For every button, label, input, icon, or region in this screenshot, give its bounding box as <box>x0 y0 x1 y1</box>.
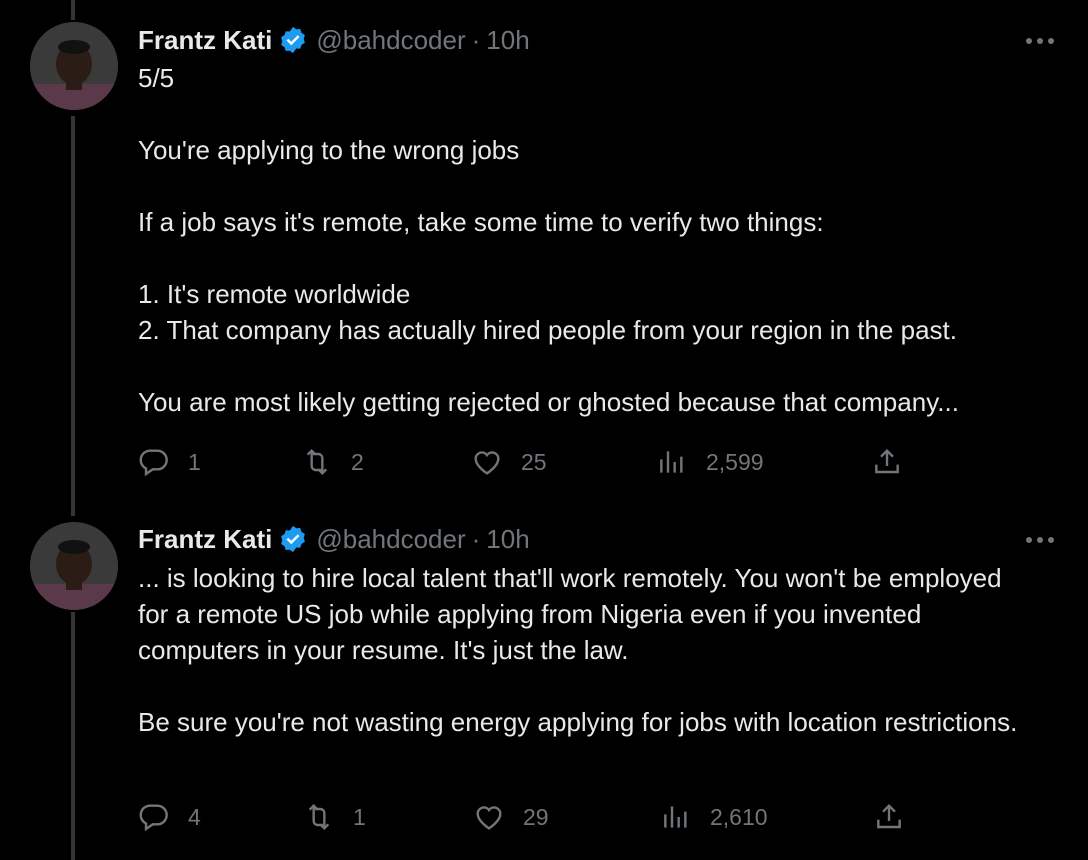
repost-icon <box>306 448 328 476</box>
action-bar: 1 2 25 2,599 <box>138 442 918 482</box>
views-button[interactable]: 2,599 <box>656 446 871 478</box>
reply-icon <box>139 804 168 832</box>
action-bar: 4 1 29 2,610 <box>138 797 918 837</box>
like-button[interactable]: 25 <box>471 446 656 478</box>
like-icon <box>476 806 502 830</box>
like-button[interactable]: 29 <box>473 801 660 833</box>
views-icon <box>664 806 687 828</box>
reply-button[interactable]: 4 <box>138 801 303 833</box>
separator-dot: · <box>471 24 481 55</box>
more-icon[interactable] <box>1022 26 1058 56</box>
reply-count: 4 <box>188 803 201 830</box>
like-icon <box>474 451 500 475</box>
avatar[interactable] <box>30 22 118 110</box>
reply-button[interactable]: 1 <box>138 446 301 478</box>
tweet[interactable]: Frantz Kati @bahdcoder · 10h 5/5 You're … <box>0 0 1088 510</box>
separator-dot: · <box>471 523 481 554</box>
verified-badge-icon <box>278 524 308 554</box>
author-name[interactable]: Frantz Kati <box>138 25 272 56</box>
more-icon[interactable] <box>1022 525 1058 555</box>
tweet[interactable]: Frantz Kati @bahdcoder · 10h ... is look… <box>0 510 1088 860</box>
views-count: 2,599 <box>706 448 764 475</box>
tweet-text: 5/5 You're applying to the wrong jobs If… <box>138 63 959 417</box>
timestamp[interactable]: 10h <box>486 25 529 56</box>
author-name[interactable]: Frantz Kati <box>138 524 272 555</box>
like-count: 29 <box>523 803 549 830</box>
repost-count: 2 <box>351 448 364 475</box>
tweet-header: Frantz Kati @bahdcoder · 10h <box>138 519 530 559</box>
views-button[interactable]: 2,610 <box>660 801 873 833</box>
share-icon <box>877 803 901 829</box>
repost-button[interactable]: 2 <box>301 446 471 478</box>
reply-count: 1 <box>188 448 201 475</box>
reply-icon <box>139 449 168 477</box>
tweet-text: ... is looking to hire local talent that… <box>138 563 1018 737</box>
author-handle[interactable]: @bahdcoder <box>316 25 465 56</box>
tweet-header: Frantz Kati @bahdcoder · 10h <box>138 20 530 60</box>
timestamp[interactable]: 10h <box>486 524 529 555</box>
share-icon <box>875 448 899 474</box>
author-handle[interactable]: @bahdcoder <box>316 524 465 555</box>
repost-icon <box>308 803 330 831</box>
share-button[interactable] <box>871 446 903 478</box>
views-icon <box>660 451 683 473</box>
avatar[interactable] <box>30 522 118 610</box>
verified-badge-icon <box>278 25 308 55</box>
share-button[interactable] <box>873 801 905 833</box>
like-count: 25 <box>521 448 547 475</box>
repost-button[interactable]: 1 <box>303 801 473 833</box>
repost-count: 1 <box>353 803 366 830</box>
views-count: 2,610 <box>710 803 768 830</box>
